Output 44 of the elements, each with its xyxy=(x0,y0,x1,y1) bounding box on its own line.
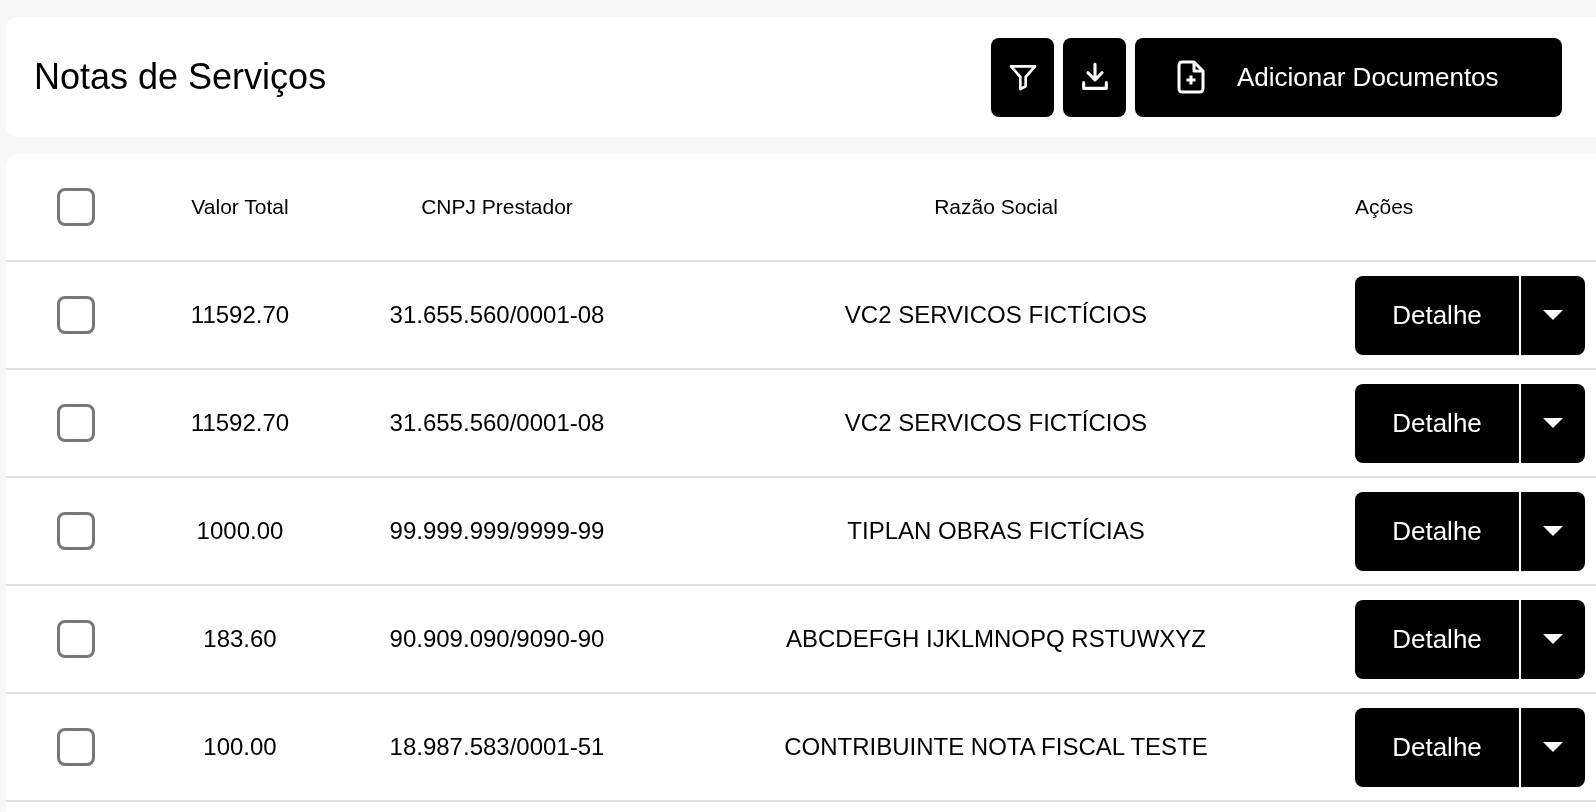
table-cell-text: 183.60 xyxy=(203,624,277,654)
caret-icon xyxy=(1543,418,1563,428)
table-cell-text: 18.987.583/0001-51 xyxy=(389,732,605,762)
checkbox[interactable] xyxy=(57,404,95,442)
table-cell-text: 90.909.090/9090-90 xyxy=(389,624,605,654)
caret-icon xyxy=(1543,634,1563,644)
dropdown-button[interactable] xyxy=(1521,275,1585,355)
caret-icon xyxy=(1543,310,1563,320)
table-cell-text: VC2 SERVICOS FICTÍCIOS xyxy=(844,408,1148,438)
page-title: Notas de Serviços xyxy=(34,55,327,99)
dropdown-button[interactable] xyxy=(1521,491,1585,571)
dropdown-button[interactable] xyxy=(1521,383,1585,463)
column-header: Razão Social xyxy=(934,194,1058,221)
dropdown-button[interactable] xyxy=(1521,707,1585,787)
detail-button[interactable]: Detalhe xyxy=(1355,599,1519,679)
checkbox[interactable] xyxy=(57,188,95,226)
add-documents-button[interactable]: Adicionar Documentos xyxy=(1135,37,1562,117)
table-cell-text: 11592.70 xyxy=(190,408,290,438)
table-cell-text: 11592.70 xyxy=(190,300,290,330)
table-cell-text: VC2 SERVICOS FICTÍCIOS xyxy=(844,300,1148,330)
table-cell-text: CONTRIBUINTE NOTA FISCAL TESTE xyxy=(784,732,1208,762)
table-cell-text: TIPLAN OBRAS FICTÍCIAS xyxy=(847,516,1145,546)
table-cell-text: ABCDEFGH IJKLMNOPQ RSTUWXYZ xyxy=(785,624,1206,654)
checkbox[interactable] xyxy=(57,512,95,550)
detail-button[interactable]: Detalhe xyxy=(1355,707,1519,787)
column-header: CNPJ Prestador xyxy=(421,194,573,221)
dropdown-button[interactable] xyxy=(1521,599,1585,679)
checkbox[interactable] xyxy=(57,296,95,334)
download-button[interactable] xyxy=(1063,37,1126,117)
table-cell-text: 1000.00 xyxy=(196,516,284,546)
detail-button[interactable]: Detalhe xyxy=(1355,491,1519,571)
column-header: Valor Total xyxy=(191,194,289,221)
checkbox[interactable] xyxy=(57,620,95,658)
table-cell-text: 99.999.999/9999-99 xyxy=(389,516,605,546)
table-cell-text: 31.655.560/0001-08 xyxy=(389,408,605,438)
detail-button[interactable]: Detalhe xyxy=(1355,275,1519,355)
filter-button[interactable] xyxy=(991,37,1054,117)
checkbox[interactable] xyxy=(57,728,95,766)
table-cell-text: 100.00 xyxy=(203,732,277,762)
column-header: Ações xyxy=(1355,195,1414,219)
caret-icon xyxy=(1543,742,1563,752)
caret-icon xyxy=(1543,526,1563,536)
detail-button[interactable]: Detalhe xyxy=(1355,383,1519,463)
table-cell-text: 31.655.560/0001-08 xyxy=(389,300,605,330)
